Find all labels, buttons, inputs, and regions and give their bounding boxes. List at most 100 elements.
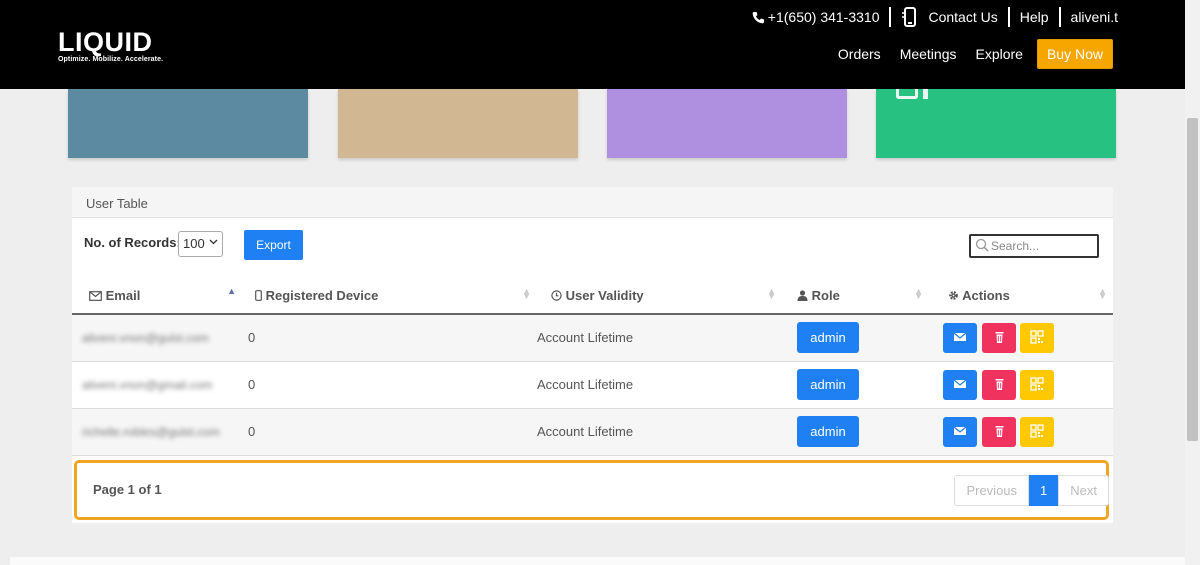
records-select[interactable]: 100 [178, 231, 223, 257]
user-table: Email ▲ Registered Device ▲ ▼ User Validi… [72, 278, 1113, 456]
column-email[interactable]: Email ▲ [72, 278, 242, 314]
column-device-label: Registered Device [265, 288, 379, 303]
user-icon [797, 290, 808, 301]
envelope-icon [953, 379, 967, 388]
device-cell: 0 [248, 424, 256, 439]
previous-page-button[interactable]: Previous [954, 475, 1030, 506]
column-role-label: Role [811, 288, 840, 303]
column-actions[interactable]: Actions ▲ ▼ [929, 278, 1113, 314]
logo[interactable]: LIQUID Optimize. Mobilize. Accelerate. [58, 28, 163, 63]
search-input[interactable]: Search... [969, 234, 1099, 258]
table-controls: No. of Records: 100 Export Search... [72, 218, 1113, 272]
actions-cell [929, 314, 1113, 361]
table-footer: Page 1 of 1 Previous 1 Next [74, 460, 1109, 520]
stat-card-4[interactable] [876, 89, 1116, 158]
validity-cell: Account Lifetime [537, 377, 634, 392]
stat-card-2[interactable] [338, 89, 578, 158]
page-scrollbar[interactable] [1185, 0, 1200, 565]
contact-us-label: Contact Us [928, 9, 998, 25]
column-role[interactable]: Role ▲ ▼ [782, 278, 929, 314]
role-button[interactable]: admin [797, 369, 859, 400]
scrollbar-thumb[interactable] [1187, 118, 1198, 441]
user-table-panel: User Table No. of Records: 100 Export Se… [72, 187, 1113, 523]
table-row: aliveni.vnon@gulst.com 0 Account Lifetim… [72, 314, 1113, 361]
email-cell: aliveni.vnon@gulst.com [82, 331, 209, 346]
actions-cell [929, 408, 1113, 455]
qr-code-icon [1030, 423, 1044, 438]
user-menu[interactable]: aliveni.t [1061, 9, 1128, 25]
records-value: 100 [183, 236, 205, 251]
envelope-icon [953, 426, 967, 435]
trash-icon [995, 378, 1004, 390]
table-row: aliveni.vnon@gmail.com 0 Account Lifetim… [72, 361, 1113, 408]
actions-cell [929, 361, 1113, 408]
help-link[interactable]: Help [1010, 9, 1059, 25]
sort-icon: ▲ ▼ [767, 286, 776, 301]
qr-code-button[interactable] [1020, 322, 1055, 353]
email-action-button[interactable] [943, 322, 977, 353]
contact-us-link[interactable]: Contact Us [891, 7, 1007, 27]
email-action-button[interactable] [943, 369, 977, 400]
page-info: Page 1 of 1 [93, 482, 162, 497]
delete-button[interactable] [981, 416, 1016, 447]
page-1-button[interactable]: 1 [1029, 475, 1059, 506]
trash-icon [995, 425, 1004, 437]
logo-text: LIQUID [58, 27, 153, 57]
device-cell: 0 [248, 330, 256, 346]
nav-explore[interactable]: Explore [976, 46, 1023, 62]
nav-meetings[interactable]: Meetings [900, 46, 957, 62]
envelope-icon [953, 332, 967, 341]
delete-button[interactable] [981, 322, 1016, 353]
sort-icon: ▲ ▼ [914, 286, 923, 301]
mobile-icon [255, 290, 262, 301]
mobile-icon [902, 7, 917, 27]
pagination: Previous 1 Next [954, 475, 1109, 506]
table-header-row: Email ▲ Registered Device ▲ ▼ User Validi… [72, 278, 1113, 314]
column-registered-device[interactable]: Registered Device ▲ ▼ [242, 278, 537, 314]
role-button[interactable]: admin [797, 322, 859, 354]
main-nav: Orders Meetings Explore Buy Now [819, 39, 1113, 69]
email-cell: aliveni.vnon@gmail.com [82, 378, 213, 392]
export-button[interactable]: Export [244, 230, 303, 260]
column-user-validity[interactable]: User Validity ▲ ▼ [537, 278, 782, 314]
column-email-label: Email [105, 288, 141, 303]
search-icon [975, 238, 989, 255]
records-label: No. of Records: [84, 235, 181, 250]
card-icon-fragment [896, 89, 918, 99]
buy-now-button[interactable]: Buy Now [1036, 39, 1113, 69]
column-actions-label: Actions [962, 288, 1010, 303]
stat-card-3[interactable] [607, 89, 847, 158]
delete-button[interactable] [981, 369, 1016, 400]
contact-row: +1(650) 341-3310 Contact Us Help aliveni… [742, 6, 1128, 28]
sort-asc-icon: ▲ [227, 286, 236, 296]
chevron-down-icon [209, 237, 218, 248]
email-cell: richelle.robles@gulst.com [82, 425, 220, 439]
next-page-button[interactable]: Next [1058, 475, 1109, 506]
clock-icon [551, 290, 562, 301]
phone-link[interactable]: +1(650) 341-3310 [742, 9, 890, 25]
bottom-panel-edge [10, 557, 1185, 565]
trash-icon [995, 331, 1004, 343]
nav-orders[interactable]: Orders [838, 46, 881, 62]
table-row: richelle.robles@gulst.com 0 Account Life… [72, 408, 1113, 455]
qr-code-button[interactable] [1020, 416, 1055, 447]
validity-cell: Account Lifetime [537, 424, 634, 439]
qr-code-button[interactable] [1020, 369, 1055, 400]
card-icon-fragment [923, 89, 928, 99]
phone-icon [752, 11, 764, 23]
column-validity-label: User Validity [565, 288, 644, 303]
stat-card-1[interactable] [68, 89, 308, 158]
sort-icon: ▲ ▼ [1098, 286, 1107, 301]
device-cell: 0 [248, 377, 256, 392]
envelope-icon [89, 291, 102, 301]
logo-tagline: Optimize. Mobilize. Accelerate. [58, 56, 164, 63]
role-button[interactable]: admin [797, 416, 859, 447]
search-placeholder: Search... [991, 239, 1040, 253]
phone-number: +1(650) 341-3310 [767, 9, 880, 25]
qr-code-icon [1030, 330, 1044, 344]
qr-code-icon [1030, 376, 1044, 391]
email-action-button[interactable] [943, 416, 977, 447]
panel-title: User Table [72, 187, 1113, 218]
sort-icon: ▲ ▼ [522, 286, 531, 301]
gear-icon [949, 291, 958, 300]
